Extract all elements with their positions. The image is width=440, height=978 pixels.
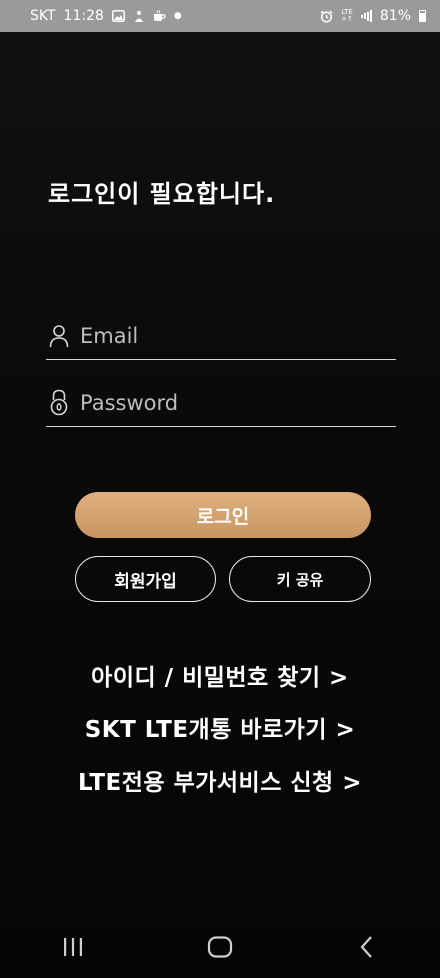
signup-button[interactable]: 회원가입: [75, 556, 216, 602]
home-icon[interactable]: [190, 927, 250, 967]
password-field-row: [46, 379, 396, 427]
find-account-link[interactable]: 아이디 / 비밀번호 찾기 >: [0, 658, 440, 692]
status-right: LTE +↑ 81%: [320, 8, 426, 24]
password-input[interactable]: [80, 390, 380, 415]
skt-lte-activation-link[interactable]: SKT LTE개통 바로가기 >: [0, 710, 440, 744]
email-field-row: [46, 312, 396, 360]
clock: 11:28: [63, 8, 104, 24]
battery-percent: 81%: [379, 8, 411, 24]
gallery-icon: [111, 10, 125, 22]
system-nav-bar: [0, 916, 440, 978]
login-button[interactable]: 로그인: [75, 492, 371, 538]
carrier-label: SKT: [30, 8, 56, 24]
lte-service-link[interactable]: LTE전용 부가서비스 신청 >: [0, 763, 440, 797]
key-share-button[interactable]: 키 공유: [229, 556, 371, 602]
signal-strength-icon: [360, 10, 372, 22]
battery-icon: [419, 10, 426, 22]
status-left: SKT 11:28 ●: [30, 8, 182, 24]
recent-apps-icon[interactable]: [43, 927, 103, 967]
data-activity-label: +↑: [341, 15, 353, 23]
alarm-icon: [320, 10, 333, 23]
email-input[interactable]: [80, 323, 380, 348]
coffee-icon: [153, 10, 166, 22]
lock-icon: [48, 389, 70, 416]
network-type-indicator: LTE +↑: [341, 9, 353, 23]
login-screen: SKT 11:28 ● LTE +↑ 81% 로그인이 필요합니다. Email…: [0, 0, 440, 978]
back-icon[interactable]: [337, 927, 397, 967]
status-bar: SKT 11:28 ● LTE +↑ 81%: [0, 0, 440, 32]
more-notifications-dot-icon: ●: [173, 11, 182, 21]
notification-app-icon: [133, 10, 145, 23]
page-title: 로그인이 필요합니다.: [48, 180, 276, 208]
user-icon: [48, 323, 70, 349]
